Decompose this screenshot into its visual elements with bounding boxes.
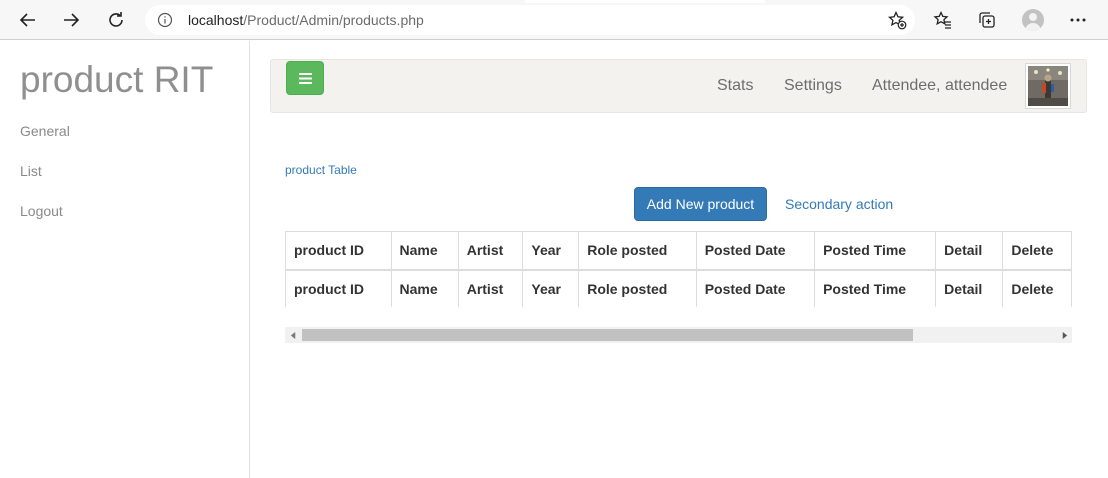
collections-icon [979,12,995,28]
user-avatar[interactable] [1025,63,1071,109]
footer-posted-date: Posted Date [695,269,816,307]
top-navbar: Stats Settings Attendee, attendee [270,59,1087,113]
address-bar[interactable]: localhost/Product/Admin/products.php [145,5,915,35]
header-delete[interactable]: Delete [1002,231,1072,271]
hamburger-icon [298,72,312,84]
header-detail[interactable]: Detail [935,231,1004,271]
caret-right-icon [1062,331,1067,339]
scroll-right-arrow[interactable] [1056,327,1072,343]
add-favorite-icon[interactable] [887,10,907,30]
scrollbar-thumb[interactable] [302,329,913,341]
horizontal-scrollbar[interactable] [285,327,1072,343]
sidebar-item-list[interactable]: List [20,163,42,179]
add-new-product-button[interactable]: Add New product [634,187,767,221]
profile-button[interactable] [1019,6,1047,34]
profile-avatar-icon [1022,9,1044,31]
url-text: localhost/Product/Admin/products.php [188,12,424,28]
browser-toolbar: localhost/Product/Admin/products.php [0,0,1108,40]
footer-year: Year [522,269,580,307]
brand-title[interactable]: product RIT [20,59,213,101]
header-role-posted[interactable]: Role posted [578,231,697,271]
refresh-button[interactable] [102,6,130,34]
arrow-right-icon [64,13,80,27]
scroll-left-arrow[interactable] [285,327,301,343]
footer-artist: Artist [457,269,524,307]
more-menu-button[interactable] [1064,6,1092,34]
active-tab-edge [525,0,765,3]
sidebar-item-logout[interactable]: Logout [20,203,63,219]
table-footer-row: product ID Name Artist Year Role posted … [285,269,1072,307]
ellipsis-icon [1070,18,1086,22]
sidebar-item-general[interactable]: General [20,123,70,139]
info-icon[interactable] [157,12,173,28]
header-product-id[interactable]: product ID [285,231,392,271]
footer-name: Name [390,269,459,307]
product-table: product ID Name Artist Year Role posted … [285,231,1072,307]
header-artist[interactable]: Artist [457,231,524,271]
url-host: localhost [188,12,244,28]
caret-left-icon [290,331,295,339]
footer-delete: Delete [1002,269,1072,307]
header-year[interactable]: Year [522,231,580,271]
collections-button[interactable] [973,6,1001,34]
product-table-container: product ID Name Artist Year Role posted … [285,231,1072,307]
secondary-action-link[interactable]: Secondary action [785,196,893,212]
footer-role-posted: Role posted [578,269,697,307]
user-photo [1028,66,1068,106]
footer-detail: Detail [935,269,1004,307]
sidebar: product RIT General List Logout [0,41,250,478]
back-button[interactable] [14,6,42,34]
menu-toggle-button[interactable] [286,61,324,95]
breadcrumb-product-table[interactable]: product Table [285,163,357,177]
header-posted-time[interactable]: Posted Time [814,231,937,271]
arrow-left-icon [19,13,35,27]
nav-item-stats[interactable]: Stats [717,77,753,95]
refresh-icon [109,12,123,27]
favorites-button[interactable] [929,6,957,34]
forward-button[interactable] [57,6,85,34]
nav-item-settings[interactable]: Settings [784,77,842,95]
url-path: /Product/Admin/products.php [243,12,424,28]
footer-product-id: product ID [285,269,392,307]
table-header-row: product ID Name Artist Year Role posted … [285,231,1072,271]
header-posted-date[interactable]: Posted Date [695,231,816,271]
header-name[interactable]: Name [390,231,459,271]
favorites-icon [933,10,951,29]
nav-item-user[interactable]: Attendee, attendee [872,77,1007,95]
footer-posted-time: Posted Time [814,269,937,307]
